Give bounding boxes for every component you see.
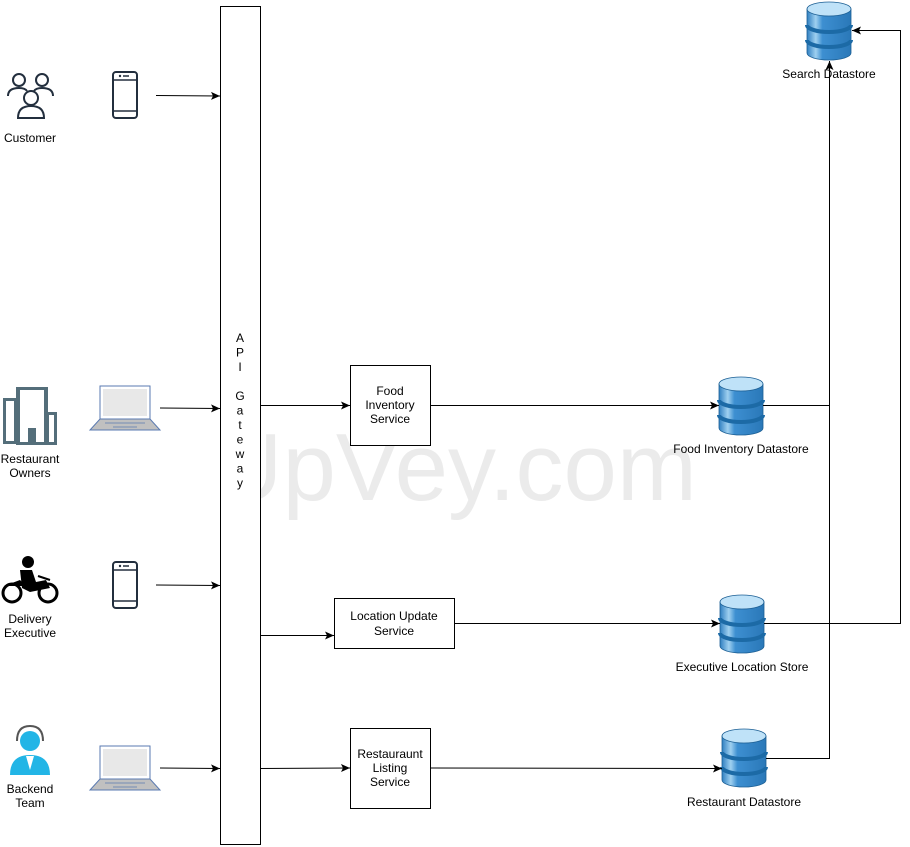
service-label: Location Update [350,609,438,623]
laptop-icon [89,385,161,431]
database-icon [720,727,768,789]
datastore-label: Food Inventory Datastore [673,442,809,456]
actor-backend-team[interactable]: Backend Team [7,724,161,810]
watermark: UpVey.com [213,414,697,521]
actor-label: Restaurant [1,452,60,466]
service-label: Listing [373,761,408,775]
datastore-label: Executive Location Store [676,660,809,674]
arrow-location-store-to-search [764,26,901,624]
executive-location-store[interactable]: Executive Location Store [676,593,809,674]
arrow-executive-to-gateway [155,581,221,590]
service-label: Service [370,412,410,426]
motorbike-rider-icon [1,556,59,604]
database-icon [718,593,766,655]
food-inventory-service[interactable]: Food Inventory Service [350,365,431,446]
arrow-owners-to-gateway [159,404,221,413]
location-update-service[interactable]: Location Update Service [334,598,455,649]
service-label: Inventory [365,398,414,412]
actor-label: Delivery [8,612,51,626]
actor-label: Customer [4,131,56,145]
service-label: Food [376,384,403,398]
datastore-label: Restaurant Datastore [687,795,801,809]
actor-restaurant-owners[interactable]: Restaurant Owners [1,385,161,480]
users-icon [7,73,54,119]
actor-label: Owners [9,466,50,480]
laptop-icon [89,745,161,791]
arrow-gateway-to-restaurant-listing [259,764,351,773]
arrow-customer-to-gateway [155,91,221,100]
gateway-letter: a [237,404,244,418]
mobile-phone-icon [112,71,138,119]
gateway-letter: I [238,360,241,374]
database-icon [805,0,853,62]
service-label: Service [374,624,414,638]
actor-label: Executive [4,626,56,640]
restaurant-listing-service[interactable]: Restauraunt Listing Service [350,728,431,809]
service-label: Restauraunt [357,747,423,761]
mobile-phone-icon [112,561,138,609]
arrow-backend-to-gateway [159,764,221,773]
line-restaurant-datastore-to-search [766,405,830,759]
arrow-listing-service-to-datastore [429,764,723,773]
actor-delivery-executive[interactable]: Delivery Executive [1,556,138,640]
building-icon [3,387,57,445]
api-gateway[interactable]: APIGateway [220,6,261,845]
service-label: Service [370,775,410,789]
restaurant-datastore[interactable]: Restaurant Datastore [687,727,801,809]
gateway-letter: A [236,331,244,345]
architecture-diagram: UpVey.com APIGateway Customer Restaurant… [1,0,901,845]
gateway-letter: P [236,346,244,360]
gateway-letter: e [237,433,244,447]
actor-label: Team [15,796,44,810]
support-agent-icon [10,724,50,775]
gateway-letter: G [235,389,244,403]
arrow-food-datastore-to-search [763,61,834,406]
actor-customer[interactable]: Customer [4,71,138,145]
gateway-letter: w [235,447,245,461]
gateway-letter: y [237,476,243,490]
actor-label: Backend [7,782,54,796]
gateway-letter: a [237,462,244,476]
database-icon [717,375,765,437]
